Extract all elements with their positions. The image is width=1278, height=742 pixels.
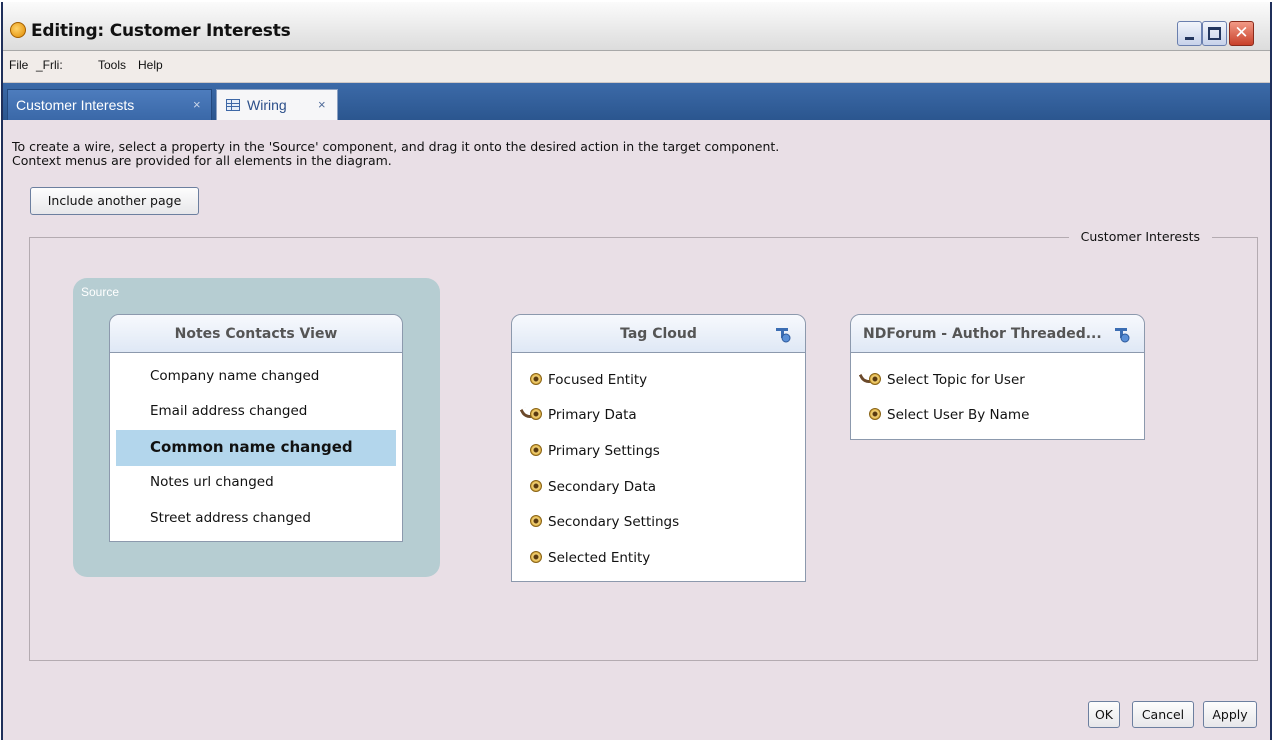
action-label: Select User By Name	[887, 407, 1030, 423]
action-label: Secondary Settings	[548, 514, 680, 530]
cancel-button[interactable]: Cancel	[1132, 701, 1194, 728]
ndforum-card[interactable]: NDForum - Author Threaded... Select Topi…	[850, 314, 1145, 440]
instruction-line-1: To create a wire, select a property in t…	[12, 139, 780, 154]
action-label: Selected Entity	[548, 550, 651, 566]
action-target-icon	[530, 373, 542, 385]
property-row[interactable]: Notes url changed	[116, 465, 396, 501]
action-row[interactable]: Selected Entity	[530, 541, 650, 577]
action-row[interactable]: Secondary Settings	[530, 505, 679, 541]
property-row-selected[interactable]: Common name changed	[116, 430, 396, 466]
component-settings-icon[interactable]	[1114, 327, 1130, 343]
property-row[interactable]: Street address changed	[116, 501, 396, 537]
action-label: Primary Data	[548, 407, 637, 423]
apply-button[interactable]: Apply	[1203, 701, 1257, 728]
include-another-page-button[interactable]: Include another page	[30, 187, 199, 215]
action-target-icon	[530, 444, 542, 456]
card-title: Tag Cloud	[620, 326, 697, 342]
action-row[interactable]: Primary Settings	[530, 434, 660, 470]
action-row[interactable]: Secondary Data	[530, 470, 656, 506]
action-label: Primary Settings	[548, 443, 660, 459]
wiring-page: To create a wire, select a property in t…	[0, 0, 1278, 742]
action-row[interactable]: Focused Entity	[530, 363, 647, 399]
property-row[interactable]: Company name changed	[116, 359, 396, 395]
notes-contacts-view-card[interactable]: Notes Contacts View Company name changed…	[109, 314, 403, 542]
action-target-icon	[530, 515, 542, 527]
action-target-icon	[869, 373, 881, 385]
source-label: Source	[81, 285, 120, 299]
action-label: Select Topic for User	[887, 372, 1025, 388]
property-row[interactable]: Email address changed	[116, 394, 396, 430]
action-target-icon	[530, 408, 542, 420]
action-target-icon	[869, 408, 881, 420]
action-label: Focused Entity	[548, 372, 648, 388]
component-settings-icon[interactable]	[775, 327, 791, 343]
action-row[interactable]: Select User By Name	[869, 398, 1029, 434]
action-target-icon	[530, 480, 542, 492]
group-label: Customer Interests	[1068, 229, 1212, 244]
card-header[interactable]: NDForum - Author Threaded...	[851, 315, 1144, 353]
action-row-wired[interactable]: Primary Data	[519, 398, 637, 434]
tag-cloud-card[interactable]: Tag Cloud Focused Entity Primary Data Pr…	[511, 314, 806, 582]
instruction-line-2: Context menus are provided for all eleme…	[12, 153, 392, 168]
ok-button[interactable]: OK	[1088, 701, 1120, 728]
card-header[interactable]: Notes Contacts View	[110, 315, 402, 353]
card-title: NDForum - Author Threaded...	[863, 326, 1102, 342]
card-title: Notes Contacts View	[174, 326, 338, 342]
instructions: To create a wire, select a property in t…	[12, 140, 779, 168]
action-target-icon	[530, 551, 542, 563]
card-header[interactable]: Tag Cloud	[512, 315, 805, 353]
action-label: Secondary Data	[548, 479, 657, 495]
action-row-wired[interactable]: Select Topic for User	[858, 363, 1025, 399]
